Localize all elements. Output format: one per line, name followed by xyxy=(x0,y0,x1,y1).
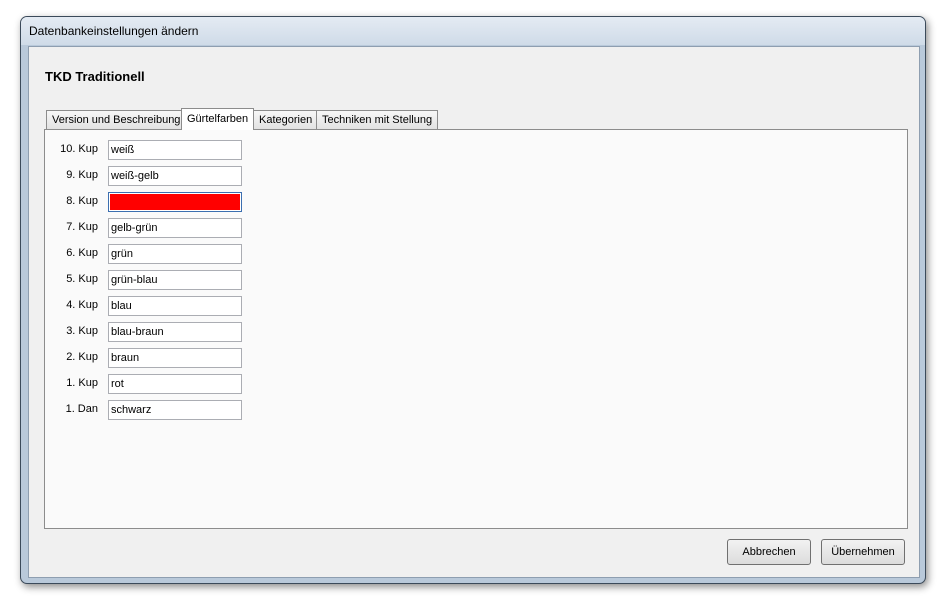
title-bar[interactable]: Datenbankeinstellungen ändern xyxy=(21,17,925,45)
belt-color-input[interactable] xyxy=(108,270,242,290)
apply-button[interactable]: Übernehmen xyxy=(821,539,905,565)
belt-color-input[interactable] xyxy=(108,296,242,316)
database-name-heading: TKD Traditionell xyxy=(45,69,145,84)
belt-rank-label: 10. Kup xyxy=(60,143,98,155)
dialog-client-area: TKD Traditionell Version und Beschreibun… xyxy=(28,46,920,578)
cancel-button[interactable]: Abbrechen xyxy=(727,539,811,565)
belt-color-input[interactable] xyxy=(108,166,242,186)
belt-rank-label: 3. Kup xyxy=(66,325,98,337)
belt-rank-label: 6. Kup xyxy=(66,247,98,259)
belt-color-input[interactable] xyxy=(108,348,242,368)
belt-rank-label: 5. Kup xyxy=(66,273,98,285)
belt-rank-label: 8. Kup xyxy=(66,195,98,207)
window-title: Datenbankeinstellungen ändern xyxy=(29,24,199,38)
tab-techniken-mit-stellung[interactable]: Techniken mit Stellung xyxy=(316,110,439,129)
belt-rank-label: 1. Kup xyxy=(66,377,98,389)
belt-rank-label: 2. Kup xyxy=(66,351,98,363)
dialog-window: Datenbankeinstellungen ändern TKD Tradit… xyxy=(20,16,926,584)
belt-rank-label: 4. Kup xyxy=(66,299,98,311)
belt-color-input[interactable] xyxy=(108,322,242,342)
tab-panel-guertelfarben: 10. Kup 9. Kup 8. Kup 7. Kup 6. Kup 5. K… xyxy=(44,129,908,529)
tab-version-und-beschreibung[interactable]: Version und Beschreibung xyxy=(46,110,187,129)
belt-color-input[interactable] xyxy=(108,400,242,420)
belt-color-input[interactable] xyxy=(108,244,242,264)
tab-guertelfarben[interactable]: Gürtelfarben xyxy=(181,108,255,130)
belt-color-input-focused[interactable] xyxy=(108,192,242,212)
belt-color-input[interactable] xyxy=(108,140,242,160)
belt-color-input[interactable] xyxy=(108,374,242,394)
belt-rank-label: 1. Dan xyxy=(65,403,98,415)
belt-rank-label: 9. Kup xyxy=(66,169,98,181)
belt-rank-label: 7. Kup xyxy=(66,221,98,233)
belt-color-input[interactable] xyxy=(108,218,242,238)
tab-kategorien[interactable]: Kategorien xyxy=(253,110,319,129)
